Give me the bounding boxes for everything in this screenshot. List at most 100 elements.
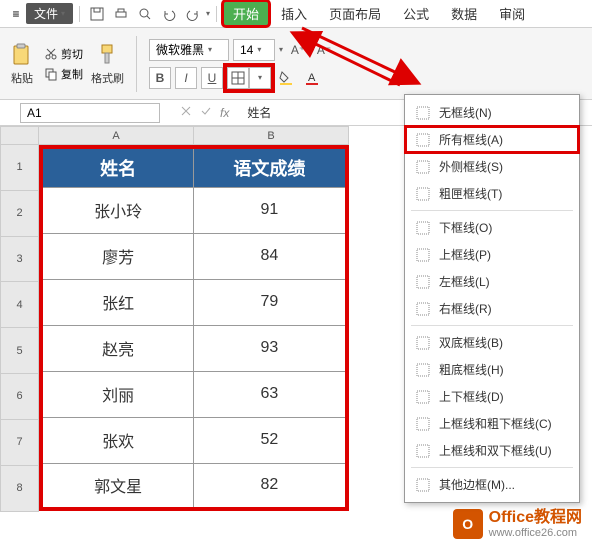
fx-cancel-icon[interactable] bbox=[180, 105, 192, 120]
table-row: 廖芳84 bbox=[41, 233, 347, 279]
font-size-combo[interactable]: 14▾ bbox=[233, 39, 275, 61]
border-type-icon bbox=[415, 443, 431, 459]
cell-score[interactable]: 52 bbox=[194, 417, 347, 463]
borders-menu-item[interactable]: 右框线(R) bbox=[405, 295, 579, 322]
borders-menu-item[interactable]: 上框线和双下框线(U) bbox=[405, 437, 579, 464]
qat-undo-icon[interactable] bbox=[158, 3, 180, 25]
border-type-icon bbox=[415, 416, 431, 432]
borders-menu-item[interactable]: 所有框线(A) bbox=[405, 126, 579, 153]
cell-score[interactable]: 63 bbox=[194, 371, 347, 417]
cell-score[interactable]: 82 bbox=[194, 463, 347, 509]
file-label: 文件 bbox=[34, 5, 58, 22]
row-header-6[interactable]: 6 bbox=[1, 374, 39, 420]
fill-color-button[interactable] bbox=[275, 67, 297, 89]
row-header-5[interactable]: 5 bbox=[1, 328, 39, 374]
border-type-icon bbox=[415, 362, 431, 378]
borders-menu-item[interactable]: 上框线和粗下框线(C) bbox=[405, 410, 579, 437]
qat-save-icon[interactable] bbox=[86, 3, 108, 25]
menu-item-label: 上框线和双下框线(U) bbox=[439, 442, 552, 459]
row-header-1[interactable]: 1 bbox=[1, 145, 39, 191]
font-size-more[interactable]: ▾ bbox=[279, 45, 283, 54]
borders-menu-item[interactable]: 外侧框线(S) bbox=[405, 153, 579, 180]
fx-accept-icon[interactable] bbox=[200, 105, 212, 120]
cut-button[interactable]: 剪切 bbox=[44, 46, 83, 62]
decrease-font-icon[interactable]: A⁻ bbox=[313, 39, 335, 61]
menu-item-label: 双底框线(B) bbox=[439, 334, 503, 351]
fx-label[interactable]: fx bbox=[220, 106, 229, 120]
borders-menu-item[interactable]: 上下框线(D) bbox=[405, 383, 579, 410]
borders-menu-item[interactable]: 粗匣框线(T) bbox=[405, 180, 579, 207]
format-painter-button[interactable]: 格式刷 bbox=[91, 42, 124, 86]
cell-name[interactable]: 张红 bbox=[41, 279, 194, 325]
qat-more-icon[interactable]: ▾ bbox=[206, 9, 210, 18]
table-header-name[interactable]: 姓名 bbox=[41, 147, 194, 187]
formula-input[interactable]: 姓名 bbox=[247, 104, 271, 121]
copy-button[interactable]: 复制 bbox=[44, 66, 83, 82]
increase-font-icon[interactable]: A⁺ bbox=[287, 39, 309, 61]
name-box[interactable]: A1 bbox=[20, 103, 160, 123]
menu-item-label: 粗底框线(H) bbox=[439, 361, 504, 378]
borders-menu-item[interactable]: 无框线(N) bbox=[405, 99, 579, 126]
hamburger-icon[interactable]: ≡ bbox=[8, 6, 24, 22]
bold-button[interactable]: B bbox=[149, 67, 171, 89]
border-type-icon bbox=[415, 220, 431, 236]
table-header-score[interactable]: 语文成绩 bbox=[194, 147, 347, 187]
borders-icon bbox=[227, 67, 249, 89]
cell-score[interactable]: 84 bbox=[194, 233, 347, 279]
clipboard-small-group: 剪切 复制 bbox=[44, 46, 83, 82]
qat-preview-icon[interactable] bbox=[134, 3, 156, 25]
clipboard-icon bbox=[8, 42, 36, 70]
qat-redo-icon[interactable] bbox=[182, 3, 204, 25]
cell-name[interactable]: 郭文星 bbox=[41, 463, 194, 509]
borders-button[interactable]: ▾ bbox=[227, 67, 271, 89]
tab-review[interactable]: 审阅 bbox=[489, 0, 535, 27]
font-color-button[interactable]: A bbox=[301, 67, 323, 89]
row-header-7[interactable]: 7 bbox=[1, 419, 39, 465]
chevron-down-icon: ▾ bbox=[208, 45, 212, 54]
underline-button[interactable]: U bbox=[201, 67, 223, 89]
row-header-8[interactable]: 8 bbox=[1, 465, 39, 511]
cell-name[interactable]: 张欢 bbox=[41, 417, 194, 463]
menu-item-label: 所有框线(A) bbox=[439, 131, 503, 148]
row-header-3[interactable]: 3 bbox=[1, 236, 39, 282]
borders-menu-item[interactable]: 上框线(P) bbox=[405, 241, 579, 268]
tab-start[interactable]: 开始 bbox=[223, 1, 269, 26]
font-name-value: 微软雅黑 bbox=[156, 41, 204, 58]
cell-name[interactable]: 张小玲 bbox=[41, 187, 194, 233]
column-header-A[interactable]: A bbox=[39, 127, 194, 145]
font-row-top: 微软雅黑 ▾ 14▾ ▾ A⁺ A⁻ bbox=[149, 39, 335, 61]
separator bbox=[216, 6, 217, 22]
tab-insert[interactable]: 插入 bbox=[271, 0, 317, 27]
italic-button[interactable]: I bbox=[175, 67, 197, 89]
cell-name[interactable]: 赵亮 bbox=[41, 325, 194, 371]
menu-item-label: 无框线(N) bbox=[439, 104, 492, 121]
borders-menu-item[interactable]: 下框线(O) bbox=[405, 214, 579, 241]
cut-label: 剪切 bbox=[61, 46, 83, 62]
borders-menu-item[interactable]: 其他边框(M)... bbox=[405, 471, 579, 498]
tab-data[interactable]: 数据 bbox=[441, 0, 487, 27]
borders-menu-item[interactable]: 左框线(L) bbox=[405, 268, 579, 295]
borders-menu-item[interactable]: 双底框线(B) bbox=[405, 329, 579, 356]
svg-text:A: A bbox=[308, 72, 316, 84]
border-type-icon bbox=[415, 389, 431, 405]
namebox-value: A1 bbox=[27, 106, 42, 120]
font-name-combo[interactable]: 微软雅黑 ▾ bbox=[149, 39, 229, 61]
separator bbox=[79, 6, 80, 22]
cell-score[interactable]: 93 bbox=[194, 325, 347, 371]
paste-button[interactable]: 粘贴 bbox=[8, 42, 36, 86]
qat-print-icon[interactable] bbox=[110, 3, 132, 25]
cell-name[interactable]: 廖芳 bbox=[41, 233, 194, 279]
tab-formula[interactable]: 公式 bbox=[393, 0, 439, 27]
tab-layout[interactable]: 页面布局 bbox=[319, 0, 391, 27]
column-header-B[interactable]: B bbox=[194, 127, 349, 145]
row-header-2[interactable]: 2 bbox=[1, 190, 39, 236]
cell-name[interactable]: 刘丽 bbox=[41, 371, 194, 417]
borders-menu-item[interactable]: 粗底框线(H) bbox=[405, 356, 579, 383]
row-header-4[interactable]: 4 bbox=[1, 282, 39, 328]
cell-score[interactable]: 79 bbox=[194, 279, 347, 325]
menu-separator bbox=[411, 467, 573, 468]
select-all-corner[interactable] bbox=[1, 127, 39, 145]
menu-item-label: 左框线(L) bbox=[439, 273, 490, 290]
cell-score[interactable]: 91 bbox=[194, 187, 347, 233]
file-menu-button[interactable]: 文件▾ bbox=[26, 3, 73, 24]
